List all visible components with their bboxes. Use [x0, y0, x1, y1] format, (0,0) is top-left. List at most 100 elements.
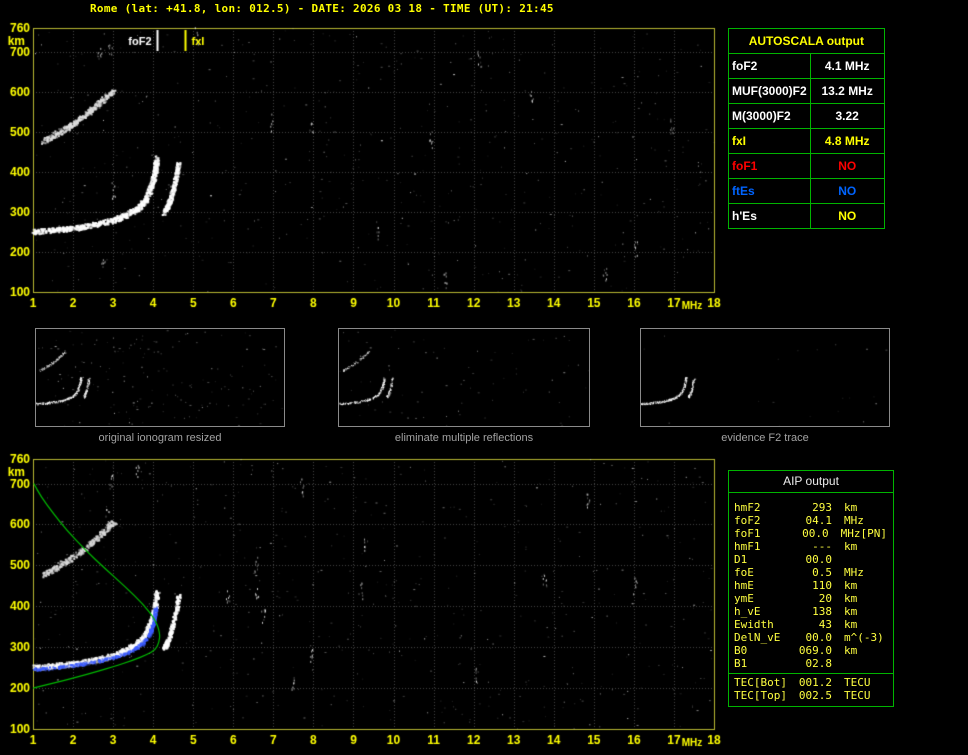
- aip-row-value: 00.0: [805, 631, 833, 644]
- autoscala-row-h'Es: h'Es NO: [728, 203, 885, 229]
- autoscala-header: AUTOSCALA output: [728, 28, 885, 54]
- aip-row-hmF2: hmF2 293 km: [729, 501, 893, 514]
- aip-row-foE: foE 0.5 MHz: [729, 566, 893, 579]
- aip-output-table: AIP output hmF2 293 km foF2 04.1 MHz foF1 00.0 M…: [728, 470, 894, 707]
- autoscala-row-value: 4.8 MHz: [809, 128, 885, 154]
- thumbnail-caption-evidence: evidence F2 trace: [721, 432, 809, 444]
- station-title: Rome (lat: +41.8, lon: 012.5) - DATE: 20…: [90, 2, 554, 15]
- aip-row-ymE: ymE 20 km: [729, 592, 893, 605]
- aip-row-value: 069.0: [798, 644, 832, 657]
- aip-row-B1: B1 02.8: [729, 657, 893, 670]
- thumbnail-caption-eliminate: eliminate multiple reflections: [394, 432, 534, 444]
- aip-row-unit: MHz: [840, 527, 861, 540]
- aip-row-value: 00.0: [802, 527, 829, 540]
- aip-row-label: D1: [734, 553, 748, 566]
- aip-row-label: foE: [734, 566, 754, 579]
- thumbnail-eliminate-reflections-canvas: [339, 329, 589, 426]
- autoscala-row-value: NO: [809, 203, 885, 229]
- aip-row-label: Ewidth: [734, 618, 774, 631]
- aip-row-value: 00.0: [805, 553, 833, 566]
- autoscala-row-value: 13.2 MHz: [809, 78, 885, 104]
- aip-row-unit: km: [844, 605, 858, 618]
- autoscala-app: { "title": "Rome (lat: +41.8, lon: 012.5…: [0, 0, 968, 755]
- autoscala-header-row: AUTOSCALA output: [728, 28, 885, 54]
- aip-row-label: B1: [734, 657, 748, 670]
- autoscala-row-value: NO: [809, 153, 885, 179]
- aip-row-Ewidth: Ewidth 43 km: [729, 618, 893, 631]
- autoscala-row-value: NO: [809, 178, 885, 204]
- aip-row-value: 43: [818, 618, 832, 631]
- aip-row-value: 02.8: [805, 657, 833, 670]
- thumbnail-evidence-f2-trace-canvas: [641, 329, 889, 426]
- aip-row-h_vE: h_vE 138 km: [729, 605, 893, 618]
- aip-row-label: hmF2: [734, 501, 761, 514]
- aip-row-value: 110: [812, 579, 832, 592]
- aip-row-unit: MHz: [844, 566, 864, 579]
- aip-row-TEC[Top]: TEC[Top] 002.5 TECU: [729, 689, 893, 702]
- aip-row-label: hmE: [734, 579, 754, 592]
- autoscala-row-MUF(3000)F2: MUF(3000)F2 13.2 MHz: [728, 78, 885, 104]
- aip-row-foF1: foF1 00.0 MHz [PN]: [729, 527, 893, 540]
- aip-row-label: foF2: [734, 514, 761, 527]
- aip-row-label: TEC[Bot]: [734, 676, 787, 689]
- aip-row-label: B0: [734, 644, 748, 657]
- main-ionogram-canvas: [0, 20, 725, 316]
- aip-row-label: hmF1: [734, 540, 761, 553]
- autoscala-row-ftEs: ftEs NO: [728, 178, 885, 204]
- thumbnail-caption-original: original ionogram resized: [98, 432, 222, 444]
- aip-row-unit: km: [844, 592, 858, 605]
- aip-row-value: 0.5: [812, 566, 832, 579]
- aip-row-hmE: hmE 110 km: [729, 579, 893, 592]
- aip-row-value: ---: [812, 540, 832, 553]
- aip-row-label: h_vE: [734, 605, 761, 618]
- autoscala-row-fxI: fxI 4.8 MHz: [728, 128, 885, 154]
- aip-row-B0: B0 069.0 km: [729, 644, 893, 657]
- aip-row-value: 002.5: [798, 689, 832, 702]
- aip-row-D1: D1 00.0: [729, 553, 893, 566]
- autoscala-row-value: 3.22: [809, 103, 885, 129]
- aip-tec-rows: TEC[Bot] 001.2 TECU TEC[Top] 002.5 TECU: [729, 676, 893, 702]
- autoscala-row-foF1: foF1 NO: [728, 153, 885, 179]
- aip-row-foF2: foF2 04.1 MHz: [729, 514, 893, 527]
- aip-row-label: foF1: [734, 527, 761, 540]
- autoscala-row-label: foF1: [728, 153, 811, 179]
- aip-row-unit: km: [844, 501, 858, 514]
- aip-row-value: 04.1: [805, 514, 833, 527]
- autoscala-row-label: foF2: [728, 53, 811, 79]
- aip-row-value: 138: [812, 605, 832, 618]
- aip-row-label: ymE: [734, 592, 754, 605]
- aip-row-DelN_vE: DelN_vE 00.0 m^(-3): [729, 631, 893, 644]
- autoscala-row-label: ftEs: [728, 178, 811, 204]
- thumbnail-evidence-f2-trace: [640, 328, 890, 427]
- autoscala-output-table: AUTOSCALA output foF2 4.1 MHz MUF(3000)F2 1…: [728, 28, 885, 229]
- aip-row-unit: km: [844, 644, 858, 657]
- thumbnail-original-ionogram: [35, 328, 285, 427]
- aip-row-label: TEC[Top]: [734, 689, 787, 702]
- thumbnail-eliminate-reflections: [338, 328, 590, 427]
- profile-ionogram-canvas: [0, 452, 725, 755]
- aip-row-hmF1: hmF1 --- km: [729, 540, 893, 553]
- aip-row-unit: km: [844, 618, 858, 631]
- autoscala-row-label: h'Es: [728, 203, 811, 229]
- aip-row-label: DelN_vE: [734, 631, 781, 644]
- autoscala-row-value: 4.1 MHz: [809, 53, 885, 79]
- autoscala-row-label: fxI: [728, 128, 811, 154]
- aip-row-unit: TECU: [844, 689, 871, 702]
- aip-rows: hmF2 293 km foF2 04.1 MHz foF1 00.0 MHz [PN] hmF1-…: [729, 501, 893, 670]
- autoscala-row-foF2: foF2 4.1 MHz: [728, 53, 885, 79]
- aip-row-unit: km: [844, 540, 858, 553]
- aip-row-unit: MHz: [844, 514, 864, 527]
- aip-row-value: 001.2: [798, 676, 832, 689]
- autoscala-row-label: MUF(3000)F2: [728, 78, 811, 104]
- aip-row-flag: [PN]: [860, 527, 888, 540]
- aip-row-unit: km: [844, 579, 858, 592]
- aip-separator-line: [729, 673, 893, 674]
- autoscala-row-label: M(3000)F2: [728, 103, 811, 129]
- autoscala-row-M(3000)F2: M(3000)F2 3.22: [728, 103, 885, 129]
- aip-header: AIP output: [729, 471, 893, 493]
- aip-row-unit: TECU: [844, 676, 871, 689]
- aip-row-TEC[Bot]: TEC[Bot] 001.2 TECU: [729, 676, 893, 689]
- aip-row-unit: m^(-3): [844, 631, 884, 644]
- aip-row-value: 20: [818, 592, 832, 605]
- aip-row-value: 293: [812, 501, 832, 514]
